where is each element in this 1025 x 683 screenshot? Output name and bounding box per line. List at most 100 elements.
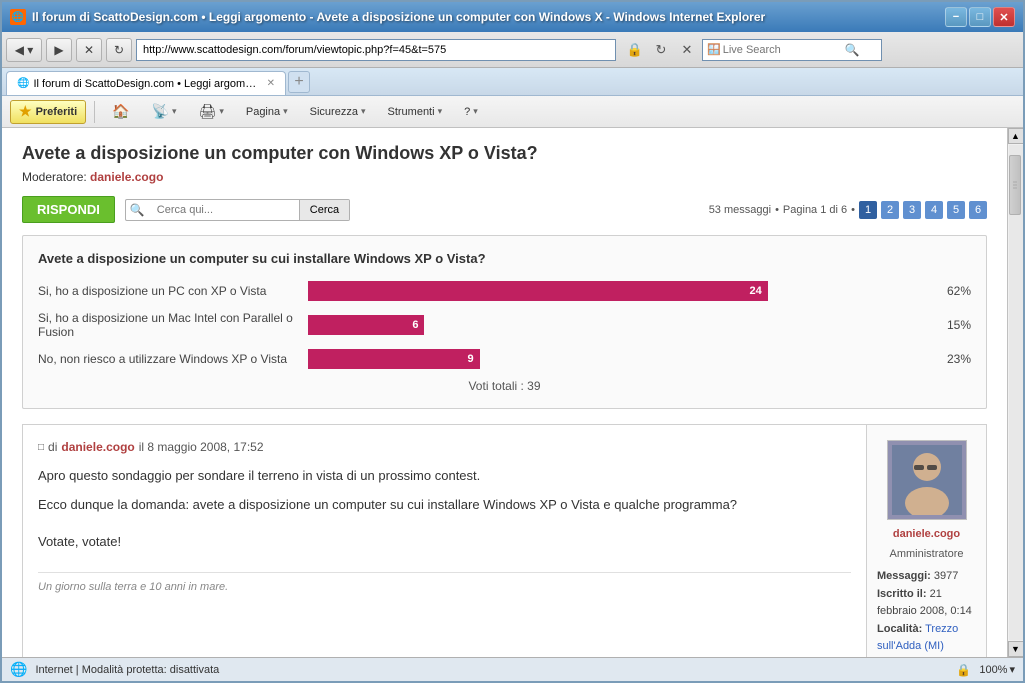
address-input[interactable] bbox=[136, 39, 616, 61]
stat-location: Località: Trezzo sull'Adda (MI) bbox=[877, 621, 976, 656]
status-text: Internet | Modalità protetta: disattivat… bbox=[35, 664, 948, 676]
post-vote-line: Votate, votate! bbox=[38, 532, 851, 553]
feeds-icon: 📡 bbox=[152, 103, 169, 120]
zoom-button[interactable]: 100% ▾ bbox=[979, 663, 1015, 676]
stat-joined-label: Iscritto il: bbox=[877, 588, 927, 600]
page-link-5[interactable]: 5 bbox=[947, 201, 965, 219]
page-link-4[interactable]: 4 bbox=[925, 201, 943, 219]
post-body: Apro questo sondaggio per sondare il ter… bbox=[38, 466, 851, 552]
favorites-button[interactable]: ★ Preferiti bbox=[10, 100, 86, 124]
tools-button[interactable]: Strumenti ▾ bbox=[378, 100, 451, 124]
pagination-info: 53 messaggi • Pagina 1 di 6 • 1 2 3 4 5 … bbox=[709, 201, 987, 219]
page-arrow: ▾ bbox=[283, 106, 288, 117]
scroll-thumb[interactable] bbox=[1009, 155, 1021, 215]
poll-bar-container-2: 6 bbox=[308, 315, 921, 335]
page-link-3[interactable]: 3 bbox=[903, 201, 921, 219]
print-button[interactable]: 🖨 ▾ bbox=[190, 100, 233, 124]
page-link-2[interactable]: 2 bbox=[881, 201, 899, 219]
post-content: □ di daniele.cogo il 8 maggio 2008, 17:5… bbox=[23, 425, 866, 657]
scrollbar: ▲ ▼ bbox=[1007, 128, 1023, 657]
feeds-arrow: ▾ bbox=[172, 106, 177, 117]
scroll-up-button[interactable]: ▲ bbox=[1008, 128, 1024, 144]
moderator-link[interactable]: daniele.cogo bbox=[90, 170, 163, 184]
reply-button[interactable]: RISPONDI bbox=[22, 196, 115, 223]
go-button[interactable]: 🔒 bbox=[624, 39, 646, 61]
lock-icon: 🔒 bbox=[956, 663, 971, 677]
post-body-line2: Ecco dunque la domanda: avete a disposiz… bbox=[38, 495, 851, 516]
minimize-button[interactable]: − bbox=[945, 7, 967, 27]
forward-button[interactable]: ▶ bbox=[46, 38, 72, 62]
poll-bar-container-1: 24 bbox=[308, 281, 921, 301]
poll-label-1: Si, ho a disposizione un PC con XP o Vis… bbox=[38, 284, 298, 298]
avatar-svg bbox=[892, 445, 962, 515]
scroll-track[interactable] bbox=[1009, 145, 1023, 640]
search-magnifier-icon: 🔍 bbox=[126, 203, 149, 217]
favorites-label: Preferiti bbox=[36, 106, 78, 118]
scroll-dot-1 bbox=[1013, 182, 1017, 183]
scroll-down-button[interactable]: ▼ bbox=[1008, 641, 1024, 657]
tab-close-button[interactable]: ✕ bbox=[267, 78, 275, 89]
scroll-dot-3 bbox=[1013, 188, 1017, 189]
post-prefix: di bbox=[48, 440, 57, 454]
security-label: Sicurezza bbox=[310, 106, 358, 118]
page-link-6[interactable]: 6 bbox=[969, 201, 987, 219]
poll-row-1: Si, ho a disposizione un PC con XP o Vis… bbox=[38, 281, 971, 301]
stop-button[interactable]: ✕ bbox=[76, 38, 102, 62]
home-button[interactable]: 🏠 bbox=[103, 100, 138, 124]
back-button[interactable]: ◀ ▾ bbox=[6, 38, 42, 62]
poll-bar-container-3: 9 bbox=[308, 349, 921, 369]
stat-joined: Iscritto il: 21 febbraio 2008, 0:14 bbox=[877, 586, 976, 621]
post-section: □ di daniele.cogo il 8 maggio 2008, 17:5… bbox=[22, 424, 987, 657]
stop-icon[interactable]: ✕ bbox=[676, 39, 698, 61]
moderator-line: Moderatore: daniele.cogo bbox=[22, 170, 987, 184]
browser-icon: 🌐 bbox=[10, 9, 26, 25]
messages-count: 53 messaggi bbox=[709, 204, 771, 216]
poster-role: Amministratore bbox=[890, 548, 964, 560]
maximize-button[interactable]: □ bbox=[969, 7, 991, 27]
scroll-dots bbox=[1013, 182, 1017, 189]
post-date: il 8 maggio 2008, 17:52 bbox=[139, 440, 264, 454]
new-tab-button[interactable]: + bbox=[288, 71, 310, 93]
tabs-bar: 🌐 Il forum di ScattoDesign.com • Leggi a… bbox=[2, 68, 1023, 96]
feeds-button[interactable]: 📡 ▾ bbox=[143, 100, 186, 124]
poster-name[interactable]: daniele.cogo bbox=[893, 528, 960, 540]
page-info: Pagina 1 di 6 bbox=[783, 204, 847, 216]
live-search-icon[interactable]: 🔍 bbox=[845, 43, 860, 57]
tab-forum[interactable]: 🌐 Il forum di ScattoDesign.com • Leggi a… bbox=[6, 71, 286, 95]
page-button[interactable]: Pagina ▾ bbox=[237, 100, 297, 124]
browser-window: 🌐 Il forum di ScattoDesign.com • Leggi a… bbox=[0, 0, 1025, 683]
tab-favicon: 🌐 bbox=[17, 78, 29, 89]
page-label: Pagina bbox=[246, 106, 280, 118]
poll-row-3: No, non riesco a utilizzare Windows XP o… bbox=[38, 349, 971, 369]
help-button[interactable]: ? ▾ bbox=[455, 100, 487, 124]
live-search-input[interactable] bbox=[723, 44, 843, 56]
print-icon: 🖨 bbox=[199, 103, 217, 120]
tab-label: Il forum di ScattoDesign.com • Leggi arg… bbox=[33, 78, 258, 90]
post-author-link[interactable]: daniele.cogo bbox=[61, 440, 134, 454]
msn-icon: 🪟 bbox=[707, 43, 721, 56]
poll-bar-2: 6 bbox=[308, 315, 424, 335]
scroll-dot-2 bbox=[1013, 185, 1017, 186]
page-link-1[interactable]: 1 bbox=[859, 201, 877, 219]
poll-row-2: Si, ho a disposizione un Mac Intel con P… bbox=[38, 311, 971, 339]
search-box: 🔍 Cerca bbox=[125, 199, 350, 221]
refresh-icon[interactable]: ↻ bbox=[650, 39, 672, 61]
live-search-box[interactable]: 🪟 🔍 bbox=[702, 39, 882, 61]
search-button[interactable]: Cerca bbox=[299, 200, 349, 220]
internet-icon: 🌐 bbox=[10, 661, 27, 678]
title-bar: 🌐 Il forum di ScattoDesign.com • Leggi a… bbox=[2, 2, 1023, 32]
close-button[interactable]: ✕ bbox=[993, 7, 1015, 27]
search-input[interactable] bbox=[149, 200, 299, 220]
moderator-prefix: Moderatore: bbox=[22, 170, 87, 184]
forum-page: Avete a disposizione un computer con Win… bbox=[2, 128, 1007, 657]
poll-pct-3: 23% bbox=[931, 352, 971, 366]
poll-bar-3: 9 bbox=[308, 349, 480, 369]
refresh-button[interactable]: ↻ bbox=[106, 38, 132, 62]
security-button[interactable]: Sicurezza ▾ bbox=[301, 100, 375, 124]
post-body-line1: Apro questo sondaggio per sondare il ter… bbox=[38, 466, 851, 487]
address-right: 🔒 ↻ ✕ bbox=[624, 39, 698, 61]
poll-count-2: 6 bbox=[412, 319, 418, 331]
stat-messages: Messaggi: 3977 bbox=[877, 568, 976, 586]
stat-messages-value: 3977 bbox=[934, 570, 958, 582]
help-arrow: ▾ bbox=[473, 106, 478, 117]
